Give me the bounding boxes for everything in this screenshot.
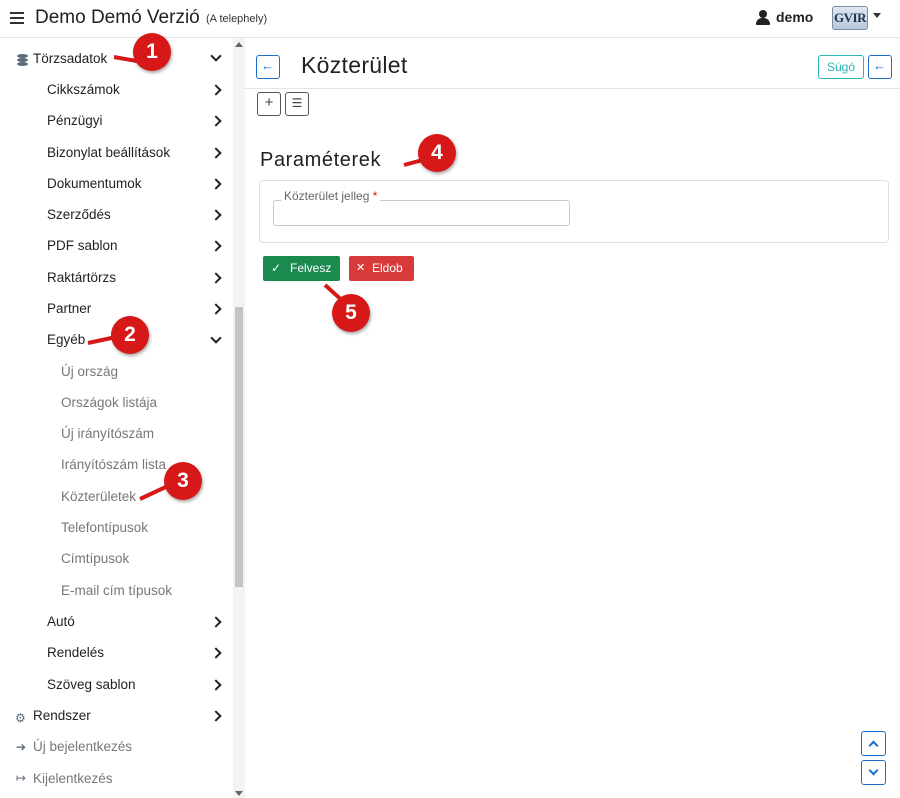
save-button[interactable]: ✓ Felvesz: [263, 256, 340, 281]
callout-badge: 1: [133, 33, 171, 71]
scroll-up-arrow-icon[interactable]: [235, 42, 243, 47]
menu-toggle-icon[interactable]: [10, 12, 24, 24]
page-title: Közterület: [301, 52, 408, 78]
cancel-label: Eldob: [372, 261, 403, 275]
sidebar-item-egyeb[interactable]: Egyéb: [47, 328, 85, 352]
section-title: Paraméterek: [260, 149, 382, 171]
close-icon: ✕: [356, 262, 366, 274]
scroll-top-button[interactable]: [861, 731, 886, 756]
sidebar-item-rendszer[interactable]: Rendszer: [33, 704, 91, 728]
user-icon[interactable]: [756, 10, 770, 25]
sidebar-item-szerzodes[interactable]: Szerződés: [47, 203, 111, 227]
callout-badge: 5: [332, 294, 370, 332]
chevron-down-icon[interactable]: [873, 13, 881, 18]
help-button[interactable]: Súgó: [818, 55, 864, 79]
field-label-text: Közterület jelleg: [284, 189, 370, 203]
sidebar-subitem-cimtipusok[interactable]: Címtípusok: [61, 547, 129, 571]
sidebar-item-cikkszamok[interactable]: Cikkszámok: [47, 78, 120, 102]
logout-icon: ↦: [16, 771, 27, 785]
back-button-right[interactable]: ←: [868, 55, 892, 79]
list-button[interactable]: ☰: [285, 92, 309, 116]
required-mark: *: [372, 189, 378, 203]
arrow-left-icon: ←: [261, 58, 274, 73]
chevron-up-icon: [868, 740, 879, 751]
scroll-down-arrow-icon[interactable]: [235, 791, 243, 796]
site-name: (A telephely): [206, 13, 268, 25]
app-title: Demo Demó Verzió: [35, 7, 200, 28]
arrow-left-icon: ←: [873, 58, 886, 73]
sidebar-item-penzugyi[interactable]: Pénzügyi: [47, 109, 103, 133]
save-label: Felvesz: [290, 261, 332, 275]
kozterulet-jelleg-input[interactable]: [273, 200, 570, 226]
back-button[interactable]: ←: [256, 55, 280, 79]
sidebar-subitem-kozteruletek[interactable]: Közterületek: [61, 485, 136, 509]
user-menu[interactable]: demo: [776, 9, 813, 25]
database-icon: [17, 54, 28, 66]
sidebar-item-bizonylat[interactable]: Bizonylat beállítások: [47, 141, 170, 165]
chevron-down-icon: [868, 765, 879, 776]
cancel-button[interactable]: ✕ Eldob: [349, 256, 414, 281]
sidebar-item-partner[interactable]: Partner: [47, 297, 91, 321]
sidebar-item-pdf-sablon[interactable]: PDF sablon: [47, 234, 118, 258]
login-icon: ➔: [16, 740, 27, 754]
sidebar-item-rendeles[interactable]: Rendelés: [47, 641, 104, 665]
sidebar-subitem-email-cim-tipusok[interactable]: E-mail cím típusok: [61, 579, 172, 603]
check-icon: ✓: [271, 261, 282, 275]
sidebar-item-szoveg-sablon[interactable]: Szöveg sablon: [47, 673, 136, 697]
sidebar-item-torzsadatok[interactable]: Törzsadatok: [33, 47, 107, 71]
callout-badge: 2: [111, 316, 149, 354]
sidebar-item-dokumentumok[interactable]: Dokumentumok: [47, 172, 142, 196]
list-icon: ☰: [291, 96, 303, 110]
header-divider: [245, 88, 900, 89]
sidebar-subitem-iranyitoszam-lista[interactable]: Irányítószám lista: [61, 453, 166, 477]
sidebar-subitem-telefontipusok[interactable]: Telefontípusok: [61, 516, 148, 540]
gears-icon: ⚙: [15, 711, 26, 725]
sidebar-item-auto[interactable]: Autó: [47, 610, 75, 634]
sidebar-subitem-uj-iranyitoszam[interactable]: Új irányítószám: [61, 422, 154, 446]
callout-badge: 4: [418, 134, 456, 172]
scroll-bottom-button[interactable]: [861, 760, 886, 785]
sidebar-item-raktartorzs[interactable]: Raktártörzs: [47, 266, 116, 290]
callout-badge: 3: [164, 462, 202, 500]
sidebar-subitem-orszagok-listaja[interactable]: Országok listája: [61, 391, 157, 415]
company-logo[interactable]: GVIR: [832, 6, 868, 30]
plus-icon: +: [264, 94, 274, 111]
sidebar-item-kijelentkezes[interactable]: Kijelentkezés: [33, 767, 113, 791]
add-button[interactable]: +: [257, 92, 281, 116]
sidebar-item-uj-bejelentkezes[interactable]: Új bejelentkezés: [33, 735, 132, 759]
sidebar-subitem-uj-orszag[interactable]: Új ország: [61, 360, 118, 384]
sidebar-scrollbar-thumb[interactable]: [235, 307, 243, 587]
field-label: Közterület jelleg *: [281, 189, 381, 203]
